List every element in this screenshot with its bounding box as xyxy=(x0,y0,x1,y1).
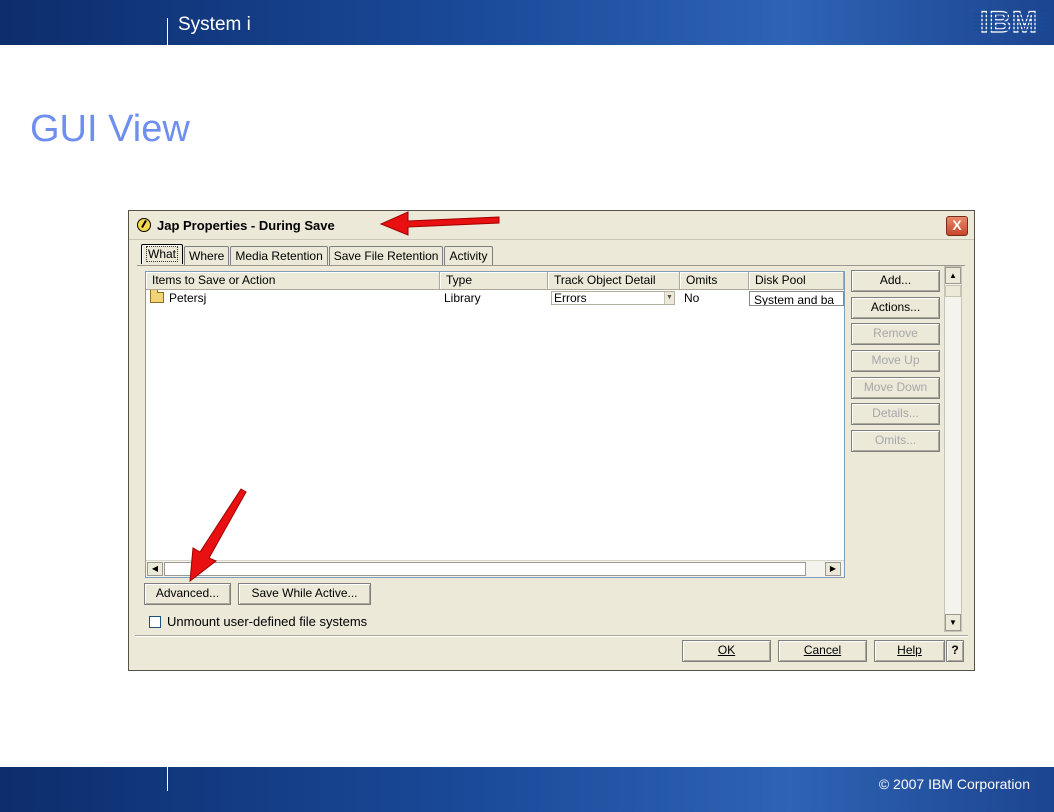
tab-strip: What Where Media Retention Save File Ret… xyxy=(141,244,494,266)
close-button[interactable]: X xyxy=(946,216,968,236)
banner-divider xyxy=(167,18,168,45)
move-up-button[interactable]: Move Up xyxy=(851,350,940,372)
arrow-to-advanced-icon xyxy=(189,488,247,583)
column-header-track[interactable]: Track Object Detail xyxy=(548,272,680,290)
unmount-label: Unmount user-defined file systems xyxy=(167,614,368,629)
slide-title: GUI View xyxy=(30,108,190,150)
scroll-left-icon[interactable]: ◀ xyxy=(147,562,163,576)
dialog-title-bar[interactable]: Jap Properties - During Save X xyxy=(129,211,974,240)
ibm-logo: IBM xyxy=(973,6,1045,38)
horizontal-scrollbar[interactable]: ◀ ▶ xyxy=(146,560,844,577)
column-header-type[interactable]: Type xyxy=(440,272,548,290)
slide: System i IBM GUI View Jap Properties - D… xyxy=(0,0,1054,812)
scroll-right-icon[interactable]: ▶ xyxy=(825,562,841,576)
vertical-scrollbar[interactable]: ▲ ▼ xyxy=(944,266,962,632)
unmount-checkbox[interactable] xyxy=(149,615,161,628)
dialog-title: Jap Properties - During Save xyxy=(157,218,335,233)
ok-button-label: OK xyxy=(717,643,736,657)
table-row[interactable]: Petersj Library Errors ▼ No System and b… xyxy=(146,290,844,307)
column-header-omits[interactable]: Omits xyxy=(680,272,749,290)
tab-where[interactable]: Where xyxy=(184,246,230,265)
footer-separator xyxy=(135,635,968,637)
tab-activity[interactable]: Activity xyxy=(444,246,493,265)
tab-media-retention[interactable]: Media Retention xyxy=(230,246,328,265)
omits-button[interactable]: Omits... xyxy=(851,430,940,452)
copyright: © 2007 IBM Corporation xyxy=(878,776,1030,792)
cancel-button-label: Cancel xyxy=(803,643,842,657)
top-banner xyxy=(0,0,1054,45)
column-header-disk-pool[interactable]: Disk Pool xyxy=(749,272,844,290)
horizontal-scroll-thumb[interactable] xyxy=(164,562,806,576)
actions-button[interactable]: Actions... xyxy=(851,297,940,319)
folder-icon xyxy=(150,290,164,303)
details-button[interactable]: Details... xyxy=(851,403,940,425)
help-button-label: Help xyxy=(897,643,922,657)
footer-divider xyxy=(167,767,168,791)
unmount-option[interactable]: Unmount user-defined file systems xyxy=(149,614,367,629)
add-button[interactable]: Add... xyxy=(851,270,940,292)
column-header-items[interactable]: Items to Save or Action xyxy=(146,272,440,290)
move-down-button[interactable]: Move Down xyxy=(851,377,940,399)
cell-disk-pool: System and ba xyxy=(749,291,844,306)
dropdown-arrow-icon[interactable]: ▼ xyxy=(664,292,674,304)
tab-what[interactable]: What xyxy=(141,244,184,264)
scroll-up-icon[interactable]: ▲ xyxy=(945,267,961,284)
cell-type: Library xyxy=(444,291,481,305)
remove-button[interactable]: Remove xyxy=(851,323,940,345)
items-table: Items to Save or Action Type Track Objec… xyxy=(145,271,845,578)
save-while-active-button[interactable]: Save While Active... xyxy=(238,583,371,605)
cell-item: Petersj xyxy=(146,290,440,307)
table-header: Items to Save or Action Type Track Objec… xyxy=(146,272,844,290)
properties-dialog: Jap Properties - During Save X What Wher… xyxy=(128,210,975,671)
cancel-button[interactable]: Cancel xyxy=(778,640,867,662)
tab-what-label: What xyxy=(146,246,179,262)
help-button[interactable]: Help xyxy=(874,640,945,662)
app-icon xyxy=(137,218,151,232)
cell-track: Errors ▼ xyxy=(548,290,680,307)
track-detail-value: Errors xyxy=(554,291,587,305)
cell-item-text: Petersj xyxy=(169,291,207,305)
vertical-scroll-thumb[interactable] xyxy=(945,285,961,297)
arrow-to-title-icon xyxy=(379,211,500,236)
ok-button[interactable]: OK xyxy=(682,640,771,662)
scroll-down-icon[interactable]: ▼ xyxy=(945,614,961,631)
context-help-button[interactable]: ? xyxy=(946,640,964,662)
advanced-button[interactable]: Advanced... xyxy=(144,583,231,605)
product-name: System i xyxy=(178,14,251,35)
track-detail-dropdown[interactable]: Errors ▼ xyxy=(551,291,675,305)
cell-omits: No xyxy=(684,291,700,305)
tab-save-file-retention[interactable]: Save File Retention xyxy=(328,246,444,265)
